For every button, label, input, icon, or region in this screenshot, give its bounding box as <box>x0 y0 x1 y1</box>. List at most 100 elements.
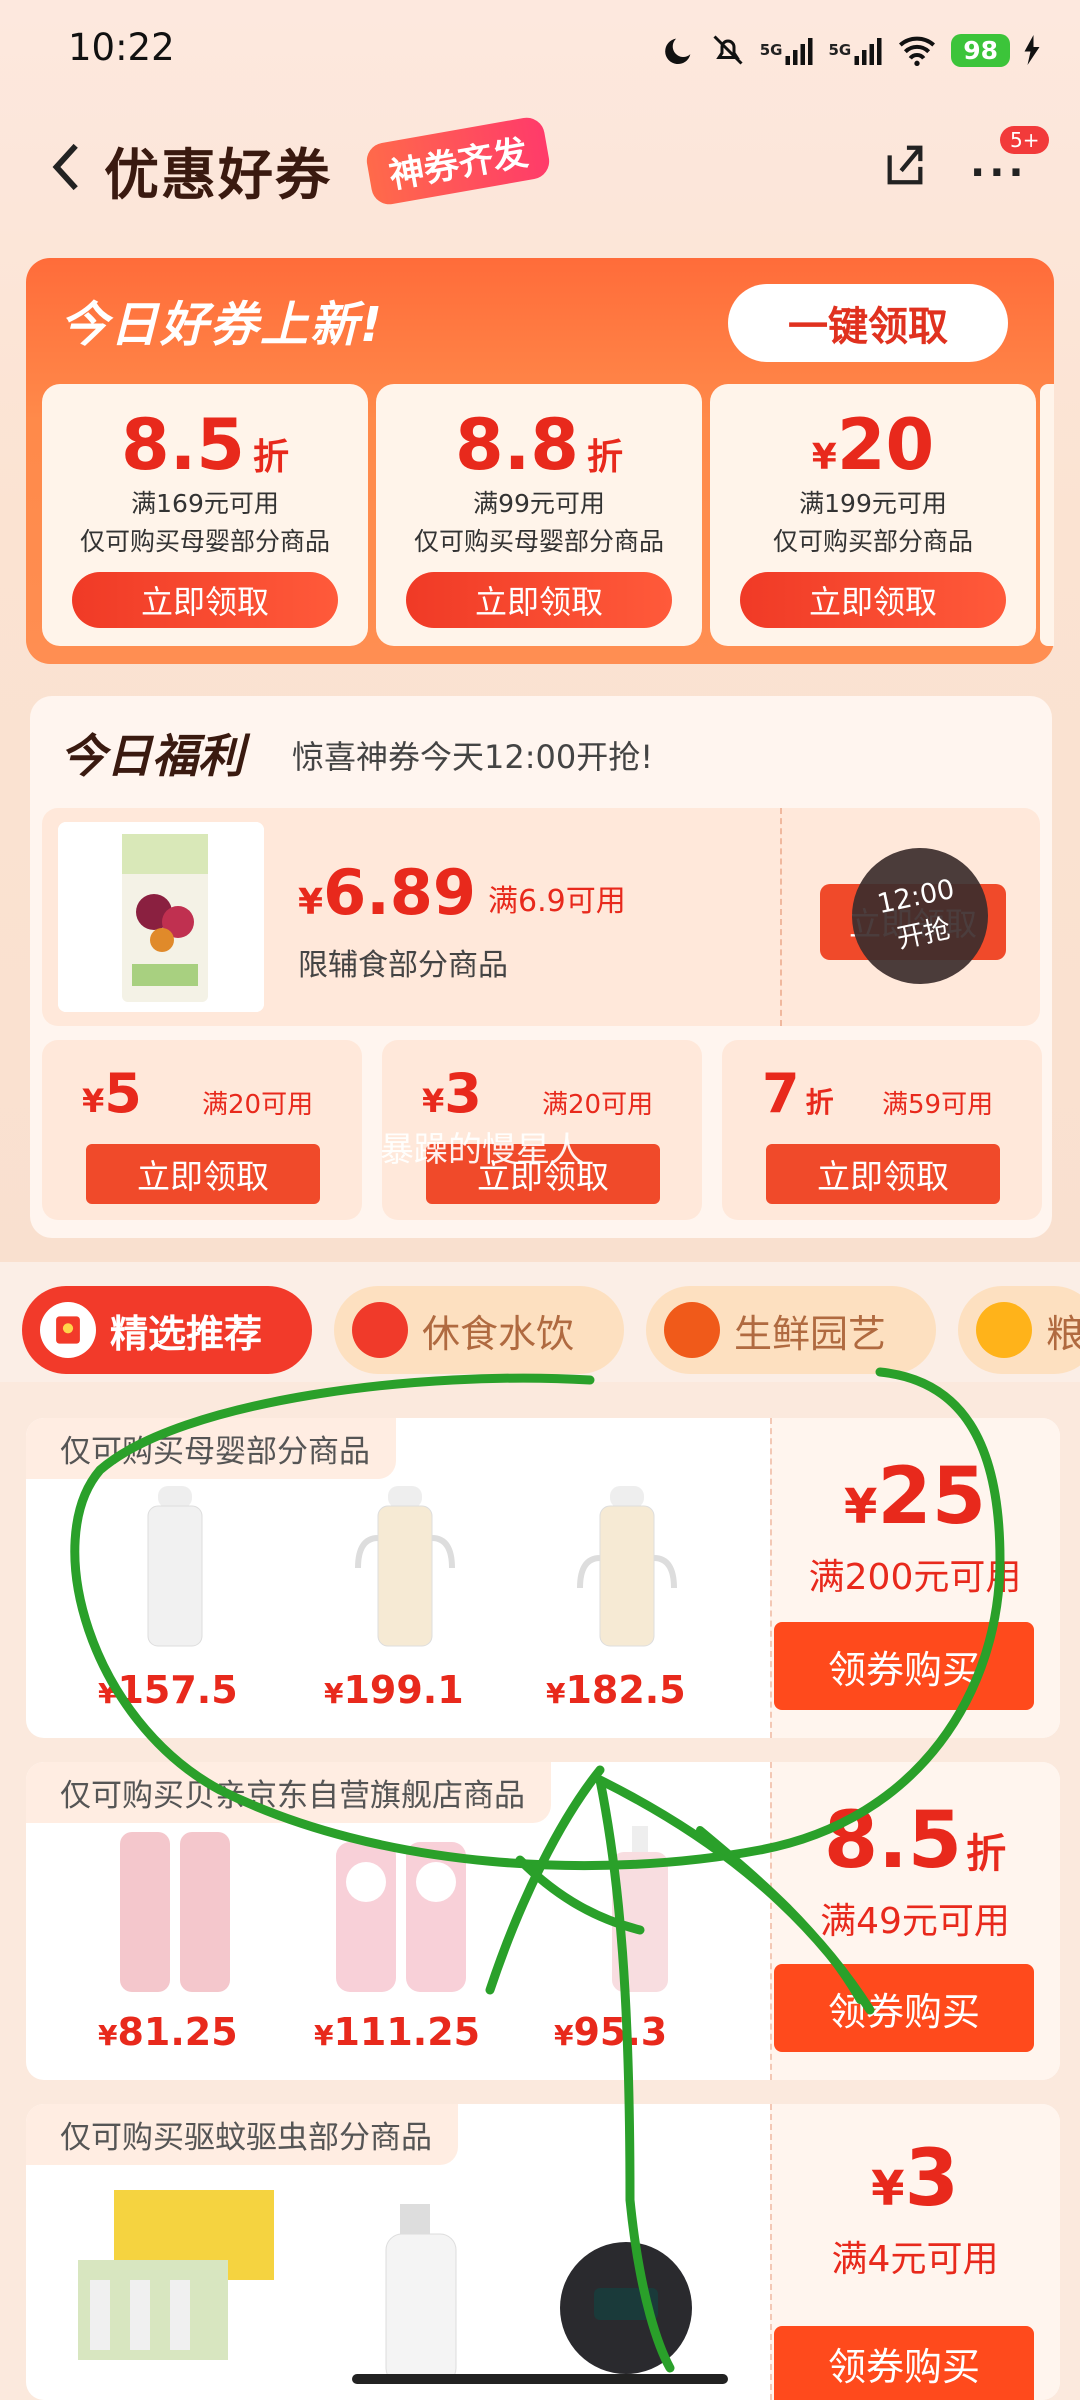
coupon-card-edge <box>1040 384 1054 646</box>
tab-grain[interactable]: 粮 <box>958 1286 1080 1374</box>
featured-description: 限辅食部分商品 <box>298 948 508 983</box>
product-price-value: 199.1 <box>343 1668 464 1712</box>
watermark: 暴躁的慢星人 <box>380 1130 584 1170</box>
featured-condition: 满6.9可用 <box>488 884 626 919</box>
claim-button[interactable]: 立即领取 <box>740 572 1006 628</box>
signal-label-2: 5G <box>828 41 852 59</box>
coupon-amount: ¥3 <box>770 2134 1060 2224</box>
product-price: ¥182.5 <box>546 1668 686 1712</box>
product-coupon-card: 仅可购买母婴部分商品 ¥157.5 ¥199.1 ¥182.5 ¥25 满200… <box>26 1418 1060 1738</box>
home-indicator <box>352 2374 728 2384</box>
coupon-condition: 满99元可用 <box>473 489 605 518</box>
small-coupon-unit: 折 <box>805 1086 834 1119</box>
grain-icon <box>976 1302 1032 1358</box>
coupon-value-unit: 折 <box>253 437 290 478</box>
small-coupon-condition: 满59可用 <box>882 1090 994 1120</box>
product-price-value: 111.25 <box>333 2010 481 2054</box>
lotion-pump-image <box>556 1822 726 1998</box>
charging-icon <box>1024 35 1040 65</box>
status-icons: 5G 5G 98 <box>662 28 1040 72</box>
tab-featured[interactable]: 精选推荐 <box>22 1286 312 1374</box>
coupon-amount-unit: 折 <box>966 1831 1007 1877</box>
card-label: 仅可购买贝亲京东自营旗舰店商品 <box>26 1762 551 1823</box>
coupon-amount-value: 25 <box>877 1452 986 1542</box>
coupon-condition: 满200元可用 <box>808 1557 1022 1598</box>
baby-food-product-image <box>58 822 264 1012</box>
product-price: ¥95.3 <box>554 2010 668 2054</box>
small-coupon-number: 3 <box>444 1062 482 1125</box>
small-coupon-condition: 满20可用 <box>202 1090 314 1120</box>
coupon-value: 8.5 折 <box>42 404 368 486</box>
claim-and-buy-button[interactable]: 领券购买 <box>774 1622 1034 1710</box>
notification-badge: 5+ <box>1000 126 1050 154</box>
claim-button[interactable]: 立即领取 <box>406 572 672 628</box>
baby-bottle-image <box>90 1478 260 1654</box>
one-key-claim-button[interactable]: 一键领取 <box>728 284 1008 362</box>
fruit-icon <box>664 1302 720 1358</box>
card-label: 仅可购买母婴部分商品 <box>26 1418 396 1479</box>
more-button[interactable]: ··· <box>970 150 1028 196</box>
product-price-value: 157.5 <box>117 1668 238 1712</box>
welfare-subtitle: 惊喜神券今天12:00开抢! <box>292 738 654 776</box>
coupon-value-number: 8.8 <box>454 404 579 486</box>
coupon-card: ¥20 满199元可用 仅可购买部分商品 立即领取 <box>710 384 1036 646</box>
page-title: 优惠好券 <box>104 143 333 207</box>
battery-level: 98 <box>951 33 1010 67</box>
coupon-amount-value: 8.5 <box>823 1796 963 1886</box>
device-image <box>538 2204 708 2380</box>
coupon-condition: 满199元可用 <box>799 489 947 518</box>
moon-icon <box>662 33 696 67</box>
coupon-amount-value: 3 <box>904 2134 959 2224</box>
product-price: ¥81.25 <box>98 2010 238 2054</box>
product-price-value: 81.25 <box>117 2010 238 2054</box>
product-price-value: 95.3 <box>573 2010 668 2054</box>
baby-bottle-image <box>542 1478 712 1654</box>
product-coupon-card: 仅可购买贝亲京东自营旗舰店商品 ¥81.25 ¥111.25 ¥95.3 8.5… <box>26 1762 1060 2080</box>
mosquito-repellent-image <box>70 2190 280 2366</box>
more-dots: ··· <box>970 150 1028 196</box>
coupon-description: 仅可购买部分商品 <box>772 527 973 556</box>
new-coupons-title: 今日好券上新! <box>60 297 384 353</box>
card-label: 仅可购买驱蚊驱虫部分商品 <box>26 2104 458 2165</box>
tab-label: 休食水饮 <box>422 1311 575 1356</box>
product-price: ¥157.5 <box>98 1668 238 1712</box>
coupon-amount: ¥25 <box>770 1452 1060 1542</box>
tab-label: 生鲜园艺 <box>734 1311 887 1356</box>
snack-icon <box>352 1302 408 1358</box>
coupon-condition: 满4元可用 <box>831 2239 999 2280</box>
small-claim-button[interactable]: 立即领取 <box>86 1144 320 1204</box>
tab-label: 精选推荐 <box>110 1311 263 1356</box>
small-coupon: 7折 满59可用 立即领取 <box>722 1040 1042 1220</box>
back-button[interactable] <box>48 142 88 192</box>
small-coupon-currency: ¥ <box>422 1082 445 1120</box>
claim-button[interactable]: 立即领取 <box>72 572 338 628</box>
red-envelope-icon <box>40 1302 96 1358</box>
coupon-value-number: 20 <box>836 404 935 486</box>
small-coupon-value: 7折 <box>762 1062 834 1125</box>
baby-bottle-image <box>320 1478 490 1654</box>
coupon-description: 仅可购买母婴部分商品 <box>413 527 664 556</box>
coupon-description: 仅可购买母婴部分商品 <box>79 527 330 556</box>
coupon-card: 8.8 折 满99元可用 仅可购买母婴部分商品 立即领取 <box>376 384 702 646</box>
small-coupon-value: ¥5 <box>82 1062 142 1125</box>
tab-fresh-garden[interactable]: 生鲜园艺 <box>646 1286 936 1374</box>
welfare-title: 今日福利 <box>60 729 244 783</box>
tab-snacks-drinks[interactable]: 休食水饮 <box>334 1286 624 1374</box>
coupon-currency: ¥ <box>844 1479 878 1535</box>
claim-and-buy-button[interactable]: 领券购买 <box>774 2326 1034 2400</box>
share-button[interactable] <box>882 140 928 190</box>
coupon-currency: ¥ <box>811 437 837 478</box>
spray-bottle-image <box>338 2204 508 2385</box>
signal-label-1: 5G <box>759 41 783 59</box>
body-wash-image <box>316 1822 486 1998</box>
lotion-bottle-image <box>90 1822 260 1998</box>
tab-label: 粮 <box>1046 1311 1080 1356</box>
product-coupon-card: 仅可购买驱蚊驱虫部分商品 ¥3 满4元可用 领券购买 <box>26 2104 1060 2400</box>
small-claim-button[interactable]: 立即领取 <box>766 1144 1000 1204</box>
coupon-value-unit: 折 <box>587 437 624 478</box>
coupon-card: 8.5 折 满169元可用 仅可购买母婴部分商品 立即领取 <box>42 384 368 646</box>
claim-and-buy-button[interactable]: 领券购买 <box>774 1964 1034 2052</box>
mute-icon <box>710 32 746 68</box>
featured-price-number: 6.89 <box>323 856 477 929</box>
small-coupon-value: ¥3 <box>422 1062 482 1125</box>
